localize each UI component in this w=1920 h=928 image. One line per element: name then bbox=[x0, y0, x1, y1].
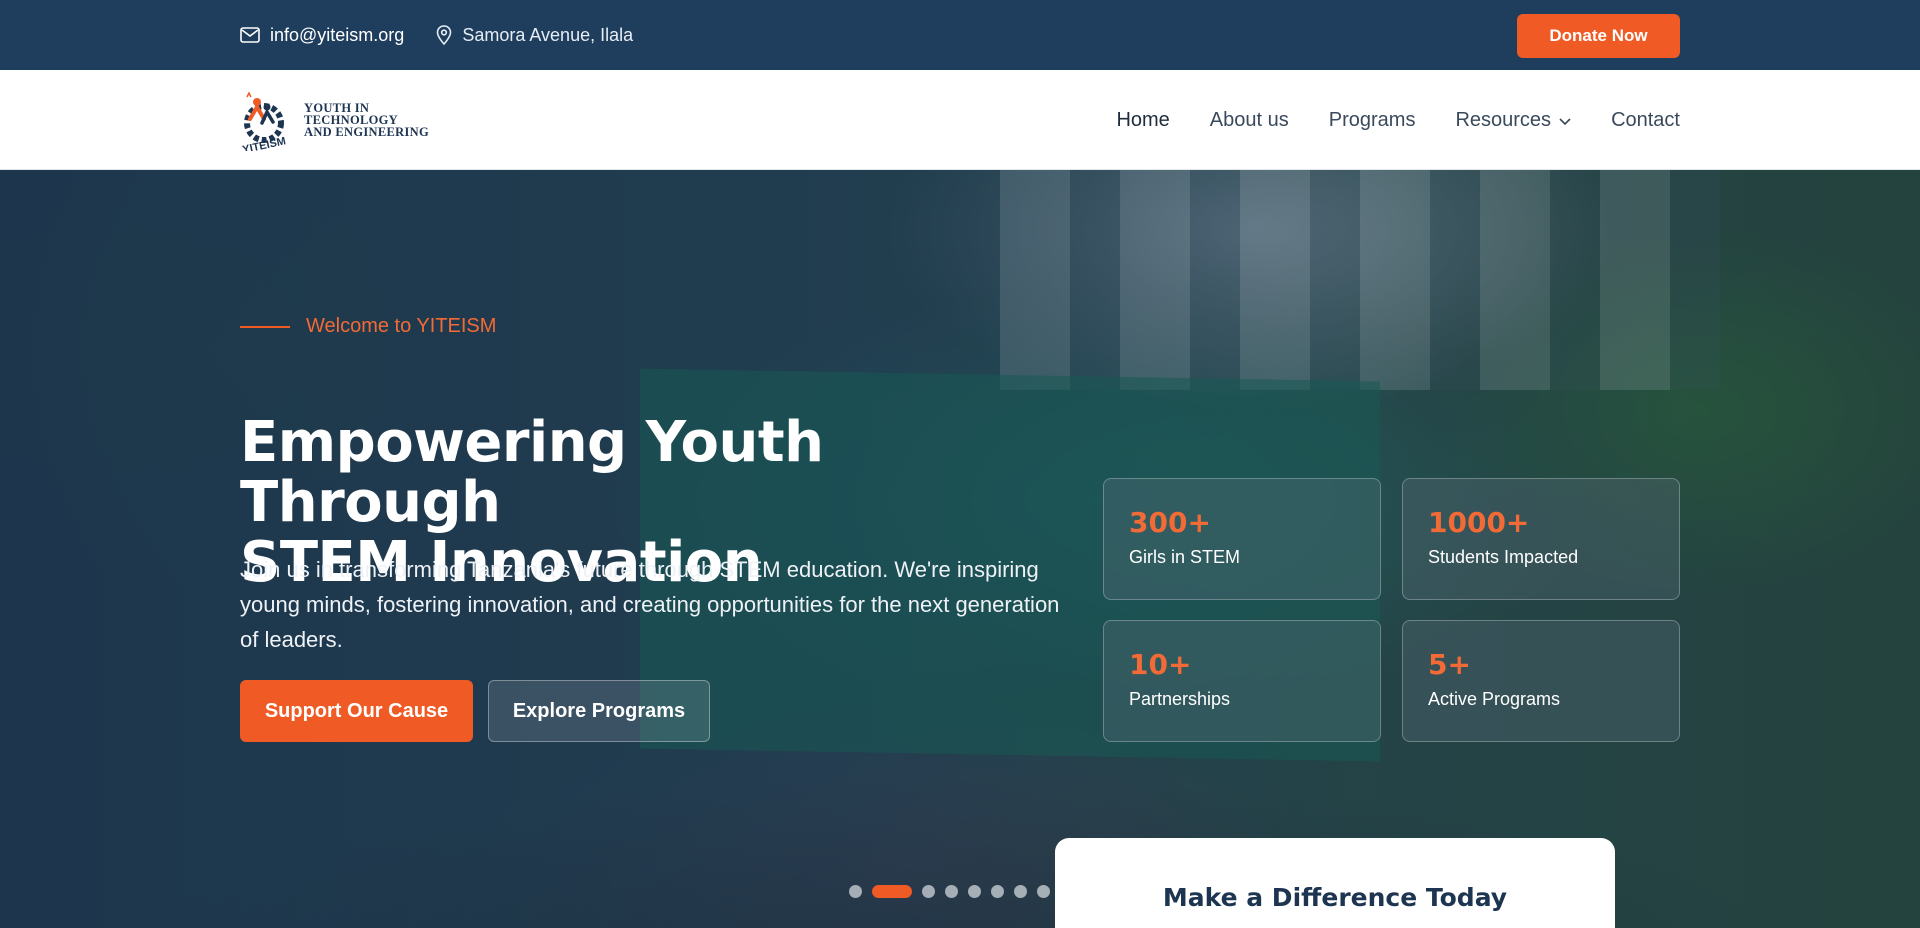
mail-icon bbox=[240, 27, 260, 43]
slider-dot[interactable] bbox=[872, 885, 912, 898]
contact-info: info@yiteism.org Samora Avenue, Ilala bbox=[240, 0, 633, 70]
stat-card: 10+ Partnerships bbox=[1103, 620, 1381, 742]
stat-value: 300+ bbox=[1129, 506, 1211, 539]
donation-card: Make a Difference Today bbox=[1055, 838, 1615, 928]
map-pin-icon bbox=[436, 25, 452, 45]
stat-value: 10+ bbox=[1129, 648, 1192, 681]
slider-dot[interactable] bbox=[922, 885, 935, 898]
address: Samora Avenue, Ilala bbox=[436, 25, 633, 46]
slider-dot[interactable] bbox=[968, 885, 981, 898]
explore-programs-button[interactable]: Explore Programs bbox=[488, 680, 710, 742]
hero-subtext: Join us in transforming Tanzania's futur… bbox=[240, 557, 1060, 652]
primary-nav: Home About us Programs Resources Contact bbox=[1116, 70, 1680, 170]
email-link[interactable]: info@yiteism.org bbox=[240, 25, 404, 46]
eyebrow-text: Welcome to YITEISM bbox=[306, 315, 497, 337]
logo-mark-icon: YITEISM bbox=[238, 89, 296, 156]
nav-item-label: Resources bbox=[1455, 108, 1552, 131]
stat-value: 1000+ bbox=[1428, 506, 1530, 539]
hero-section: Welcome to YITEISM Empowering Youth Thro… bbox=[0, 170, 1920, 928]
stat-label: Girls in STEM bbox=[1129, 547, 1241, 567]
stat-label: Partnerships bbox=[1129, 689, 1231, 709]
nav-item-about[interactable]: About us bbox=[1210, 109, 1289, 132]
stat-value: 5+ bbox=[1428, 648, 1471, 681]
logo-line-3: AND ENGINEERING bbox=[304, 125, 430, 139]
donate-now-button[interactable]: Donate Now bbox=[1517, 14, 1680, 58]
nav-item-label: About us bbox=[1209, 108, 1289, 131]
nav-item-resources[interactable]: Resources bbox=[1455, 109, 1571, 132]
slider-pagination bbox=[849, 885, 1073, 898]
logo-wordmark: YOUTH IN TECHNOLOGY AND ENGINEERING bbox=[304, 102, 430, 139]
stat-label: Students Impacted bbox=[1428, 547, 1579, 567]
support-cause-button[interactable]: Support Our Cause bbox=[240, 680, 473, 742]
chevron-down-icon bbox=[1559, 109, 1571, 132]
main-navbar: YITEISM YOUTH IN TECHNOLOGY AND ENGINEER… bbox=[0, 70, 1920, 170]
nav-item-programs[interactable]: Programs bbox=[1329, 109, 1416, 132]
stat-card: 300+ Girls in STEM bbox=[1103, 478, 1381, 600]
slider-dot[interactable] bbox=[945, 885, 958, 898]
eyebrow-divider bbox=[240, 325, 290, 328]
nav-item-label: Contact bbox=[1611, 108, 1680, 131]
slider-dot[interactable] bbox=[1014, 885, 1027, 898]
email-text: info@yiteism.org bbox=[270, 24, 405, 45]
donation-card-title: Make a Difference Today bbox=[1162, 883, 1508, 912]
slider-dot[interactable] bbox=[991, 885, 1004, 898]
nav-item-label: Home bbox=[1116, 108, 1170, 131]
hero-background-image bbox=[1000, 170, 1720, 390]
site-logo[interactable]: YITEISM YOUTH IN TECHNOLOGY AND ENGINEER… bbox=[238, 88, 438, 156]
stat-card: 1000+ Students Impacted bbox=[1402, 478, 1680, 600]
nav-item-contact[interactable]: Contact bbox=[1611, 109, 1680, 132]
nav-item-label: Programs bbox=[1328, 108, 1416, 131]
hero-eyebrow: Welcome to YITEISM bbox=[240, 315, 496, 338]
nav-item-home[interactable]: Home bbox=[1116, 109, 1169, 132]
top-contact-bar: info@yiteism.org Samora Avenue, Ilala Do… bbox=[0, 0, 1920, 70]
slider-dot[interactable] bbox=[849, 885, 862, 898]
headline-line-1: Empowering Youth Through bbox=[240, 410, 824, 535]
stat-label: Active Programs bbox=[1428, 689, 1561, 709]
stat-card: 5+ Active Programs bbox=[1402, 620, 1680, 742]
slider-dot[interactable] bbox=[1037, 885, 1050, 898]
address-text: Samora Avenue, Ilala bbox=[462, 24, 634, 45]
